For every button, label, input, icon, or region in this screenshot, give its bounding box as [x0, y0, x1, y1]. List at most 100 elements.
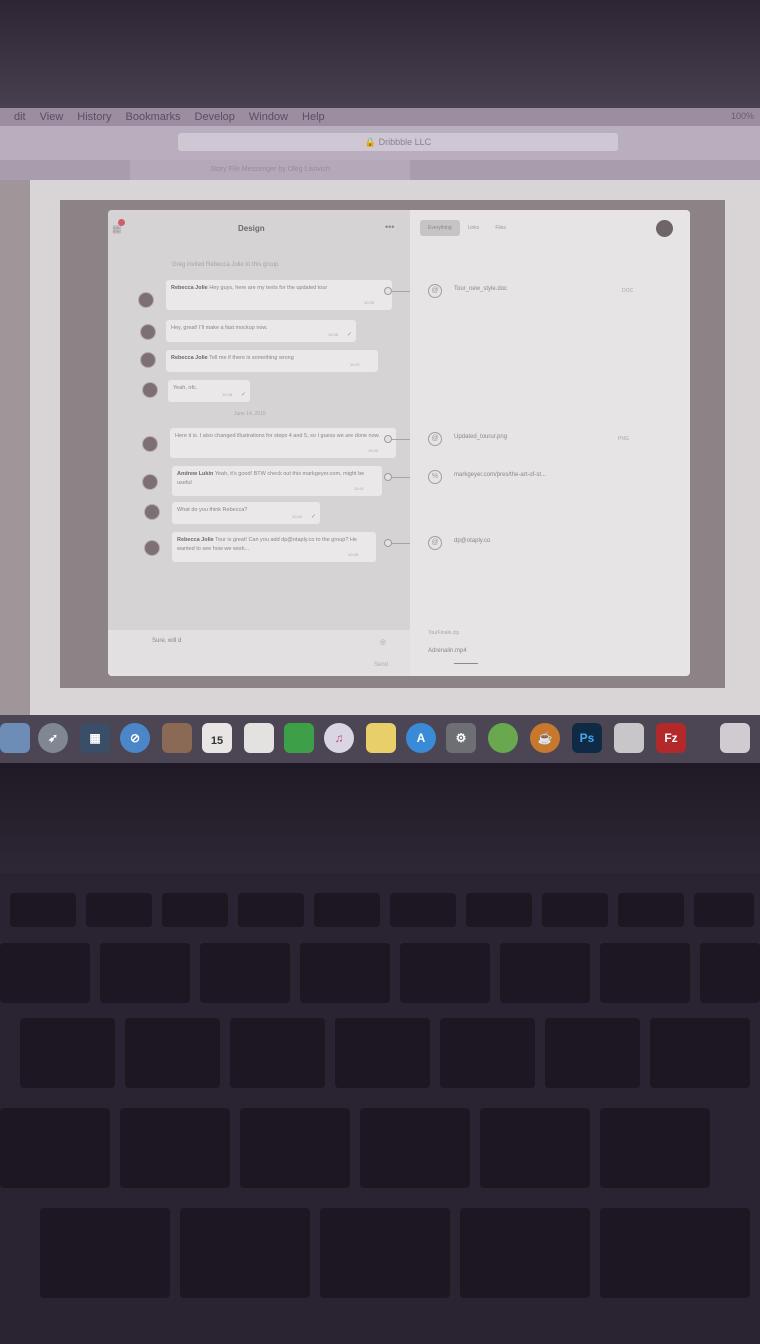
message-author: Rebecca Jolie [177, 537, 214, 543]
keyboard-key [314, 893, 380, 927]
avatar[interactable] [142, 436, 158, 452]
browser-tab[interactable]: Story File Messenger by Oleg Lisovich [130, 160, 410, 180]
more-options-icon[interactable]: ••• [385, 222, 394, 232]
chat-header: ▦ Design ••• [108, 210, 410, 250]
laptop-lower-bezel [0, 763, 760, 873]
coffee-app-icon[interactable]: ☕ [530, 723, 560, 753]
keyboard-key [230, 1018, 325, 1088]
message-time: 10:40 [367, 448, 378, 453]
browser-tab-bar: Story File Messenger by Oleg Lisovich [0, 160, 760, 180]
menu-item-develop[interactable]: Develop [195, 111, 235, 123]
launchpad-icon[interactable]: ➶ [38, 723, 68, 753]
avatar[interactable] [144, 540, 160, 556]
file-type: DOC [622, 288, 634, 294]
send-button[interactable]: Send [374, 662, 388, 668]
mission-control-icon[interactable]: ▦ [80, 723, 110, 753]
message-time: 10:36 [327, 332, 338, 337]
upload-progress-bar [454, 663, 478, 664]
file-type: PNG [618, 436, 629, 442]
menu-item-history[interactable]: History [77, 111, 111, 123]
keyboard-key [390, 893, 456, 927]
message-text: Hey guys, here are my texts for the upda… [209, 285, 328, 291]
calendar-day: 15 [210, 735, 224, 747]
avatar[interactable] [140, 324, 156, 340]
message-bubble[interactable]: Here it is. I also changed illustrations… [170, 428, 396, 458]
message-author: Rebecca Jolie [171, 355, 208, 361]
menu-item-window[interactable]: Window [249, 111, 288, 123]
mac-dock: ➶ ▦ ⊘ 15 ♫ A ⚙ ☕ Ps Fz [0, 715, 760, 763]
menu-item-help[interactable]: Help [302, 111, 325, 123]
keyboard-key [40, 1208, 170, 1298]
keyboard-key [240, 1108, 350, 1188]
filter-tabs: Everything Links Files [420, 220, 514, 236]
message-text: Tell me if there is something wrong [209, 355, 294, 361]
avatar[interactable] [142, 474, 158, 490]
message-text: Here it is. I also changed illustrations… [175, 433, 380, 439]
keyboard-key [460, 1208, 590, 1298]
keyboard-key [162, 893, 228, 927]
menu-item-view[interactable]: View [40, 111, 64, 123]
message-bubble[interactable]: Rebecca Jolie Tell me if there is someth… [166, 350, 378, 372]
keyboard-key [600, 1208, 750, 1298]
connector-dot [384, 435, 392, 443]
attach-icon[interactable]: ◎ [380, 638, 386, 646]
itunes-icon[interactable]: ♫ [324, 723, 354, 753]
java-icon[interactable] [614, 723, 644, 753]
keyboard-key [600, 943, 690, 1003]
finder-icon[interactable] [0, 723, 30, 753]
tab-files[interactable]: Files [487, 220, 514, 236]
keyboard-key [0, 943, 90, 1003]
facetime-icon[interactable] [284, 723, 314, 753]
notification-dot [118, 219, 125, 226]
keyboard-key [120, 1108, 230, 1188]
menu-item-bookmarks[interactable]: Bookmarks [126, 111, 181, 123]
message-bubble[interactable]: Yeah, ofc. 10:38 ✓ [168, 380, 250, 402]
downloads-stack-icon[interactable] [720, 723, 750, 753]
app-store-icon[interactable]: A [406, 723, 436, 753]
calendar-icon[interactable]: 15 [202, 723, 232, 753]
contacts-icon[interactable] [162, 723, 192, 753]
message-bubble[interactable]: Hey, great! I'll make a fast mockup now.… [166, 320, 356, 342]
upload-label: TourFinale.zip [428, 630, 460, 636]
file-name: Updated_tourur.png [454, 434, 508, 440]
messenger-app: ▦ Design ••• Greg invited Rebecca Jolie … [108, 210, 690, 676]
message-author: Andrew Lukin [177, 471, 214, 477]
menu-item-edit[interactable]: dit [14, 111, 26, 123]
message-bubble[interactable]: Rebecca Jolie Tour is great! Can you add… [172, 532, 376, 562]
message-input[interactable]: Sure, will d [152, 638, 181, 644]
message-bubble[interactable]: What do you think Rebecca? 10:42 ✓ [172, 502, 320, 524]
notes-icon[interactable] [366, 723, 396, 753]
avatar[interactable] [142, 382, 158, 398]
connector-dot [384, 539, 392, 547]
message-bubble[interactable]: Rebecca Jolie Hey guys, here are my text… [166, 280, 392, 310]
system-preferences-icon[interactable]: ⚙ [446, 723, 476, 753]
reminders-icon[interactable] [244, 723, 274, 753]
message-time: 10:38 [221, 392, 232, 397]
filezilla-icon[interactable]: Fz [656, 723, 686, 753]
avatar[interactable] [138, 292, 154, 308]
keyboard-key [320, 1208, 450, 1298]
address-bar[interactable]: 🔒 Dribbble LLC [178, 133, 618, 151]
keyboard-key [542, 893, 608, 927]
chat-title: Design [238, 224, 265, 233]
message-bubble[interactable]: Andrew Lukin Yeah, it's good! BTW check … [172, 466, 382, 496]
photoshop-icon[interactable]: Ps [572, 723, 602, 753]
tab-everything[interactable]: Everything [420, 220, 460, 236]
avatar[interactable] [144, 504, 160, 520]
browser-content: ▦ Design ••• Greg invited Rebecca Jolie … [0, 180, 760, 715]
safari-icon[interactable]: ⊘ [120, 723, 150, 753]
message-author: Rebecca Jolie [171, 285, 208, 291]
read-check-icon: ✓ [310, 514, 316, 520]
keyboard-key [480, 1108, 590, 1188]
message-composer: Sure, will d ◎ Send [108, 630, 410, 676]
user-avatar[interactable] [656, 220, 673, 237]
keyboard-key [700, 943, 760, 1003]
keyboard-key [125, 1018, 220, 1088]
avatar[interactable] [140, 352, 156, 368]
keyboard-key [694, 893, 754, 927]
android-studio-icon[interactable] [488, 723, 518, 753]
paperclip-icon: @ [428, 432, 442, 446]
chat-panel: ▦ Design ••• Greg invited Rebecca Jolie … [108, 210, 410, 676]
keyboard-key [400, 943, 490, 1003]
tab-links[interactable]: Links [460, 220, 488, 236]
